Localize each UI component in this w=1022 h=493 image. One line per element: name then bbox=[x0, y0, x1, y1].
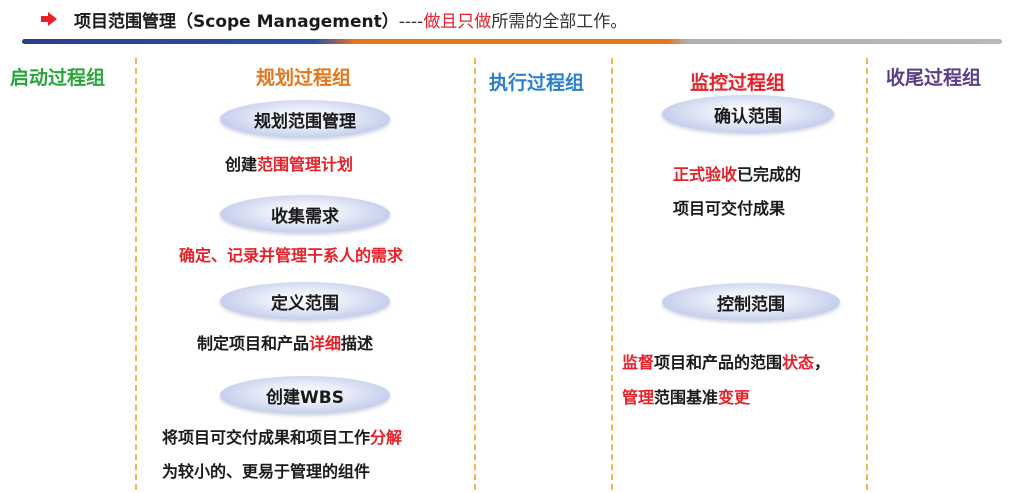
column-divider bbox=[135, 58, 137, 490]
process-control-scope[interactable]: 控制范围 bbox=[662, 283, 840, 321]
process-collect-requirements[interactable]: 收集需求 bbox=[220, 195, 390, 233]
page-title: 项目范围管理（Scope Management）----做且只做所需的全部工作。 bbox=[74, 7, 627, 32]
process-description: 制定项目和产品详细描述 bbox=[197, 334, 374, 353]
process-description: 正式验收已完成的 bbox=[673, 165, 802, 184]
process-description: 监督项目和产品的范围状态， bbox=[622, 353, 831, 372]
title-dash: ---- bbox=[398, 12, 424, 32]
column-divider bbox=[611, 58, 613, 490]
column-header-executing: 执行过程组 bbox=[489, 72, 585, 94]
column-header-initiating: 启动过程组 bbox=[10, 67, 106, 89]
process-description: 管理范围基准变更 bbox=[622, 388, 751, 407]
process-define-scope[interactable]: 定义范围 bbox=[220, 282, 390, 320]
column-header-planning: 规划过程组 bbox=[256, 67, 352, 89]
title-main: 项目范围管理（Scope Management） bbox=[74, 12, 399, 32]
process-create-wbs[interactable]: 创建WBS bbox=[220, 376, 390, 414]
process-description: 创建范围管理计划 bbox=[225, 155, 354, 174]
process-validate-scope[interactable]: 确认范围 bbox=[662, 95, 834, 133]
column-divider bbox=[474, 58, 476, 490]
process-description: 项目可交付成果 bbox=[673, 199, 786, 218]
column-header-closing: 收尾过程组 bbox=[886, 67, 982, 89]
process-plan-scope-management[interactable]: 规划范围管理 bbox=[220, 100, 390, 138]
title-emphasis: 做且只做 bbox=[423, 12, 492, 32]
process-description: 确定、记录并管理干系人的需求 bbox=[179, 246, 404, 265]
slide-header: 项目范围管理（Scope Management）----做且只做所需的全部工作。 bbox=[0, 0, 1022, 44]
column-divider bbox=[866, 58, 868, 490]
process-description: 将项目可交付成果和项目工作分解 bbox=[162, 428, 403, 447]
arrow-right-icon bbox=[41, 12, 57, 26]
process-description: 为较小的、更易于管理的组件 bbox=[162, 462, 371, 481]
column-header-monitoring: 监控过程组 bbox=[690, 72, 786, 94]
header-divider-bar bbox=[22, 39, 1002, 44]
title-rest: 所需的全部工作。 bbox=[491, 12, 628, 32]
